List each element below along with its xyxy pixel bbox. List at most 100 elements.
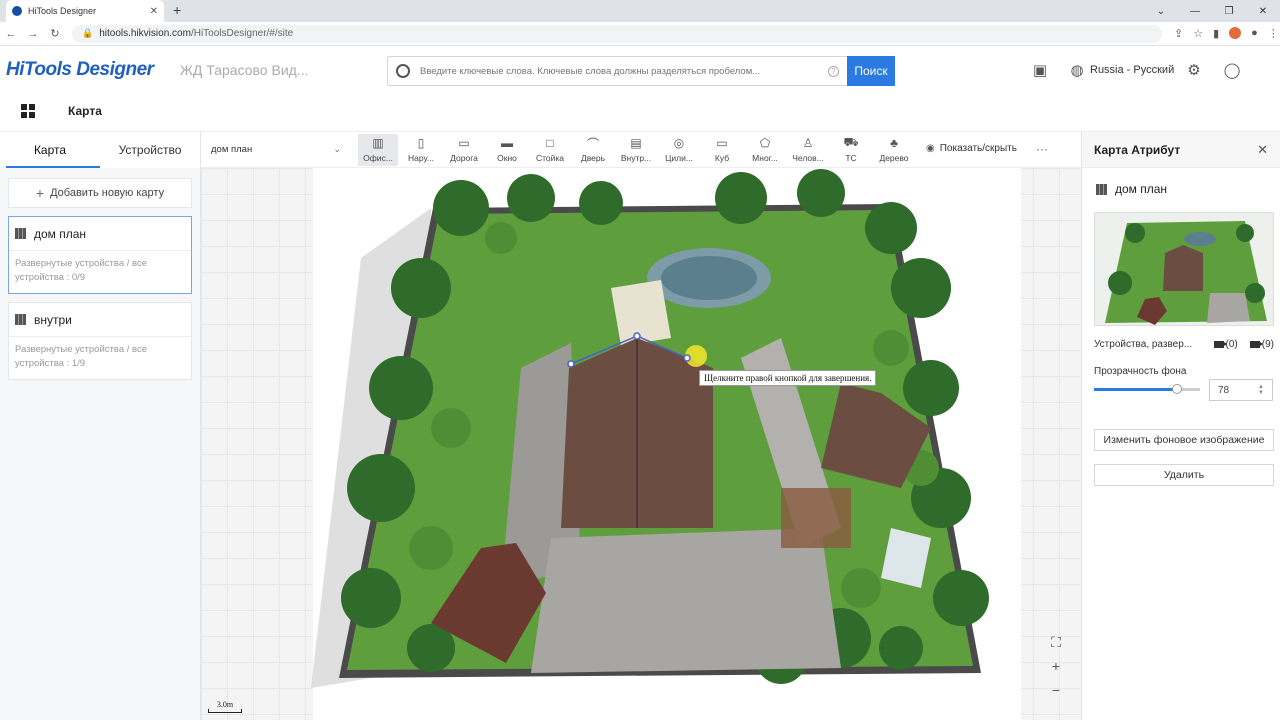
devices-label: Устройства, развер... — [1094, 339, 1193, 350]
extension-icon[interactable] — [1229, 27, 1242, 39]
tab-close-icon[interactable]: ✕ — [150, 6, 158, 17]
road-icon: ▭ — [458, 136, 470, 150]
paving-bottom — [531, 528, 841, 673]
close-icon[interactable]: ✕ — [1257, 142, 1268, 158]
profile-icon[interactable]: ● — [1251, 27, 1258, 40]
tool-window[interactable]: ▬ Окно — [487, 134, 527, 166]
cylinder-icon: ◎ — [673, 136, 685, 150]
tool-polygon[interactable]: ⬠ Мног... — [745, 134, 785, 166]
tool-interior[interactable]: ▤ Внутр... — [616, 134, 656, 166]
map-card-subtitle: Развернутые устройства / все устройства … — [15, 258, 147, 283]
tool-pillar[interactable]: □ Стойка — [530, 134, 570, 166]
drawing-toolbar: дом план ⌄ ▥ Офис... ▯ Нару... ▭ Дорога ▬ Ок… — [201, 132, 1081, 168]
app-logo[interactable]: HiTools Designer — [6, 59, 154, 81]
map-select-dropdown[interactable]: дом план ⌄ — [211, 144, 341, 155]
draw-hint-tooltip: Щелкните правой кнопкой для завершения. — [699, 370, 877, 386]
car-icon: ⛟ — [843, 135, 859, 149]
search-input[interactable] — [420, 65, 828, 77]
map-card-name: дом план — [34, 226, 87, 241]
building-icon: ▥ — [372, 136, 384, 150]
url-path: /HiToolsDesigner/#/site — [190, 28, 294, 39]
show-hide-toggle[interactable]: ◉ Показать/скрыть — [926, 143, 1017, 154]
camera-icon — [1213, 341, 1227, 348]
change-background-button[interactable]: Изменить фоновое изображение — [1094, 429, 1274, 451]
search-button[interactable]: Поиск — [847, 56, 895, 86]
fit-screen-icon[interactable]: ⛶ — [1051, 634, 1061, 650]
lock-icon: 🔒 — [82, 28, 94, 38]
reload-icon[interactable]: ↻ — [44, 27, 66, 40]
tool-door[interactable]: ⌒ Дверь — [573, 134, 613, 166]
opacity-label: Прозрачность фона — [1094, 366, 1187, 377]
map-select-value: дом план — [211, 144, 253, 155]
window-icon: ▬ — [501, 136, 513, 150]
map-name: дом план — [1115, 182, 1168, 196]
apps-grid-icon[interactable] — [21, 104, 35, 118]
tool-vehicle[interactable]: ⛟ ТС — [831, 134, 871, 166]
stepper-icon[interactable]: ▲ ▼ — [1258, 384, 1264, 396]
back-icon[interactable]: ← — [0, 28, 22, 40]
tool-road[interactable]: ▭ Дорога — [444, 134, 484, 166]
delete-button[interactable]: Удалить — [1094, 464, 1274, 486]
url-field[interactable]: 🔒 hitools.hikvision.com/HiToolsDesigner/… — [72, 24, 1162, 43]
tool-cube[interactable]: ▭ Куб — [702, 134, 742, 166]
window-controls: ⌄ — ❐ ✕ — [1144, 0, 1280, 22]
thumbnail-render — [1105, 221, 1267, 325]
total-camera-count: (9) — [1249, 339, 1274, 350]
map-icon — [1096, 183, 1107, 195]
opacity-input[interactable]: 78 ▲ ▼ — [1209, 379, 1273, 401]
zoom-out-icon[interactable]: − — [1052, 682, 1060, 698]
vertex-handle — [633, 332, 641, 340]
new-tab-icon[interactable]: + — [173, 2, 181, 18]
slider-knob[interactable] — [1172, 384, 1182, 394]
tab-title: HiTools Designer — [28, 6, 97, 16]
interior-icon: ▤ — [630, 136, 642, 150]
project-name: ЖД Тарасово Вид... — [180, 62, 309, 78]
person-icon: ♙ — [802, 136, 814, 150]
camera-icon — [1249, 341, 1263, 348]
map-icon — [15, 228, 26, 239]
bookmark-star-icon[interactable]: ☆ — [1193, 27, 1203, 40]
menu-dots-icon[interactable]: ⋮ — [1268, 27, 1279, 40]
map-name-row: дом план — [1096, 182, 1167, 196]
map-thumbnail — [1094, 212, 1274, 326]
add-map-button[interactable]: + Добавить новую карту — [8, 178, 192, 208]
forward-icon[interactable]: → — [22, 28, 44, 40]
left-panel: Карта Устройство + Добавить новую карту … — [0, 132, 201, 720]
chevron-down-icon[interactable]: ⌄ — [1144, 0, 1178, 22]
restore-icon[interactable]: ❐ — [1212, 0, 1246, 22]
tool-person[interactable]: ♙ Челов... — [788, 134, 828, 166]
minimize-icon[interactable]: — — [1178, 0, 1212, 22]
sidebar-icon[interactable]: ▮ — [1213, 27, 1219, 40]
browser-tab[interactable]: HiTools Designer ✕ — [6, 0, 164, 22]
page-title: Карта — [68, 104, 102, 118]
toolbox-icon[interactable]: ▣ — [1031, 62, 1049, 80]
tab-device[interactable]: Устройство — [100, 132, 200, 168]
globe-icon[interactable]: ◍ — [1068, 62, 1086, 80]
tool-office[interactable]: ▥ Офис... — [358, 134, 398, 166]
help-icon[interactable]: ? — [828, 65, 839, 77]
devices-row: Устройства, развер... (0) (9) — [1094, 339, 1274, 350]
language-selector[interactable]: Russia - Русский — [1090, 64, 1174, 76]
tool-cylinder[interactable]: ◎ Цили... — [659, 134, 699, 166]
close-window-icon[interactable]: ✕ — [1246, 0, 1280, 22]
settings-icon[interactable]: ⚙ — [1185, 62, 1203, 80]
url-domain: hitools.hikvision.com — [99, 28, 191, 39]
map-card-vnutri[interactable]: внутри Развернутые устройства / все устр… — [8, 302, 192, 380]
pond-water — [661, 256, 757, 300]
user-avatar-icon[interactable]: ◯ — [1223, 62, 1241, 80]
tool-tree[interactable]: ♣ Дерево — [874, 134, 914, 166]
zoom-controls: ⛶ + − — [1044, 634, 1068, 698]
wall-icon: ▯ — [417, 136, 425, 150]
tool-outdoor[interactable]: ▯ Нару... — [401, 134, 441, 166]
share-icon[interactable]: ⇪ — [1174, 27, 1183, 40]
active-tab-indicator — [6, 166, 100, 168]
map-canvas[interactable]: Щелкните правой кнопкой для завершения. … — [201, 168, 1081, 720]
scale-bar: 3.0m — [208, 700, 242, 713]
zoom-in-icon[interactable]: + — [1052, 658, 1060, 674]
slider-fill — [1094, 388, 1177, 391]
tab-map[interactable]: Карта — [0, 132, 100, 168]
deck — [611, 280, 671, 346]
map-card-dom-plan[interactable]: дом план Развернутые устройства / все ус… — [8, 216, 192, 294]
more-dots-icon[interactable]: ··· — [1036, 142, 1048, 156]
opacity-slider[interactable] — [1094, 384, 1200, 394]
